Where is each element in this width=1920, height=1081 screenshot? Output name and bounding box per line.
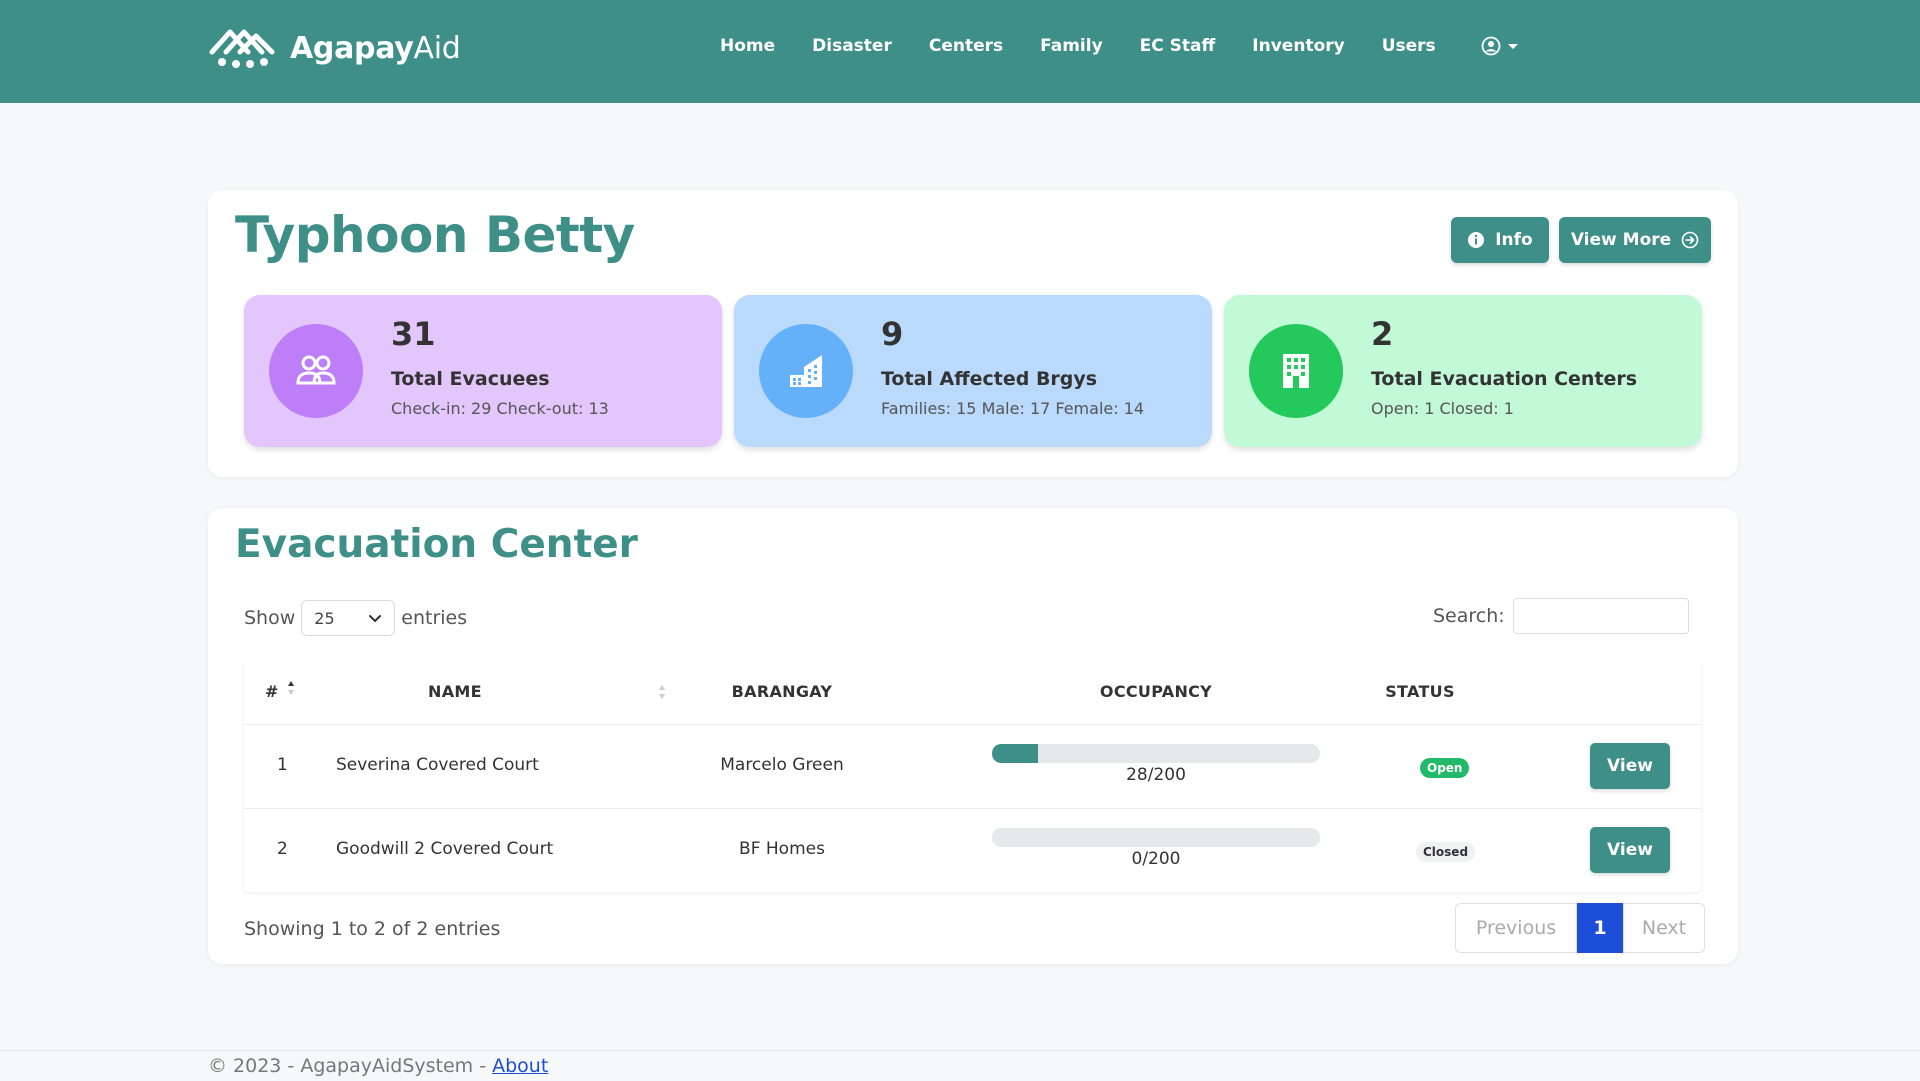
main-nav: Home Disaster Centers Family EC Staff In… [720,36,1518,56]
nav-disaster[interactable]: Disaster [812,36,892,56]
about-link[interactable]: About [492,1055,548,1077]
col-header-occupancy[interactable]: OCCUPANCY [992,660,1320,724]
col-header-number[interactable]: # [265,660,279,724]
nav-inventory[interactable]: Inventory [1252,36,1344,56]
stat-label: Total Evacuation Centers [1371,368,1638,390]
chevron-down-icon [369,615,382,623]
pagination: Previous 1 Next [1455,903,1705,953]
stat-label: Total Affected Brgys [881,368,1098,390]
stat-number: 9 [881,315,904,353]
section-title: Evacuation Center [235,522,638,567]
brand-name: AgapayAid [290,30,461,66]
footer: © 2023 - AgapayAidSystem - About [0,1050,1920,1081]
occupancy-bar-fill [992,744,1038,763]
nav-family[interactable]: Family [1040,36,1103,56]
entries-length-control: Show 25 entries [244,600,467,636]
city-buildings-icon [759,324,853,418]
status-badge: Closed [1416,842,1476,862]
hands-roof-logo-icon [209,29,275,68]
stat-number: 2 [1371,315,1394,353]
search-input[interactable] [1512,598,1689,634]
table-search: Search: [1433,598,1689,634]
copyright-text: © 2023 - AgapayAidSystem - [208,1055,493,1077]
navbar: AgapayAid Home Disaster Centers Family E… [0,0,1920,103]
row-number: 2 [277,839,288,859]
status-badge: Open [1420,758,1470,778]
caret-down-icon [1507,43,1518,49]
stat-label: Total Evacuees [391,368,550,390]
table-row: 1 Severina Covered Court Marcelo Green 2… [244,724,1701,809]
info-button-label: Info [1495,230,1533,250]
view-more-button[interactable]: View More [1559,217,1711,263]
table-info: Showing 1 to 2 of 2 entries [244,918,501,940]
evacuation-center-card: Evacuation Center Show 25 entries Search… [208,508,1738,964]
user-menu-dropdown[interactable] [1481,36,1518,56]
entries-value: 25 [314,608,335,628]
stat-subtext: Check-in: 29 Check-out: 13 [391,399,609,418]
view-button[interactable]: View [1590,827,1670,873]
search-label: Search: [1433,605,1505,627]
sort-icon [659,685,665,699]
entries-select[interactable]: 25 [301,600,396,636]
users-icon [269,324,363,418]
center-name: Severina Covered Court [336,755,539,775]
stat-card-brgys: 9 Total Affected Brgys Families: 15 Male… [734,295,1212,447]
sort-asc-icon [288,681,294,695]
view-more-label: View More [1570,230,1672,250]
stat-subtext: Open: 1 Closed: 1 [1371,399,1514,418]
occupancy-text: 0/200 [1131,849,1181,869]
user-circle-icon [1481,36,1501,56]
occupancy-text: 28/200 [1126,765,1186,785]
footer-text: © 2023 - AgapayAidSystem - About [208,1055,548,1077]
building-icon [1249,324,1343,418]
stat-number: 31 [391,315,436,353]
evacuation-centers-table: # NAME BARANGAY OCCUPANCY STATUS 1 Sever… [244,660,1701,892]
disaster-summary-card: Typhoon Betty Info View More 31 Total Ev… [208,190,1738,477]
nav-ec-staff[interactable]: EC Staff [1140,36,1216,56]
nav-home[interactable]: Home [720,36,775,56]
view-button[interactable]: View [1590,743,1670,789]
occupancy-bar [992,744,1320,763]
table-row: 2 Goodwill 2 Covered Court BF Homes 0/20… [244,808,1701,893]
stat-card-evacuees: 31 Total Evacuees Check-in: 29 Check-out… [244,295,722,447]
page-title: Typhoon Betty [235,206,635,264]
occupancy-bar [992,828,1320,847]
show-label: Show [244,607,296,629]
pagination-next[interactable]: Next [1623,903,1705,953]
arrow-right-circle-icon [1681,231,1699,249]
info-button[interactable]: Info [1451,217,1549,263]
pagination-previous[interactable]: Previous [1455,903,1577,953]
entries-label: entries [401,607,468,629]
barangay-name: BF Homes [739,839,825,859]
col-header-name[interactable]: NAME [428,660,482,724]
center-name: Goodwill 2 Covered Court [336,839,554,859]
col-header-barangay[interactable]: BARANGAY [682,660,882,724]
pagination-page-1[interactable]: 1 [1577,903,1623,953]
stat-subtext: Families: 15 Male: 17 Female: 14 [881,399,1145,418]
nav-centers[interactable]: Centers [929,36,1003,56]
stat-card-centers: 2 Total Evacuation Centers Open: 1 Close… [1224,295,1702,447]
col-header-status[interactable]: STATUS [1370,660,1470,724]
row-number: 1 [277,755,288,775]
brand-logo[interactable]: AgapayAid [208,22,461,74]
nav-users[interactable]: Users [1382,36,1436,56]
barangay-name: Marcelo Green [720,755,844,775]
info-circle-icon [1468,232,1485,248]
